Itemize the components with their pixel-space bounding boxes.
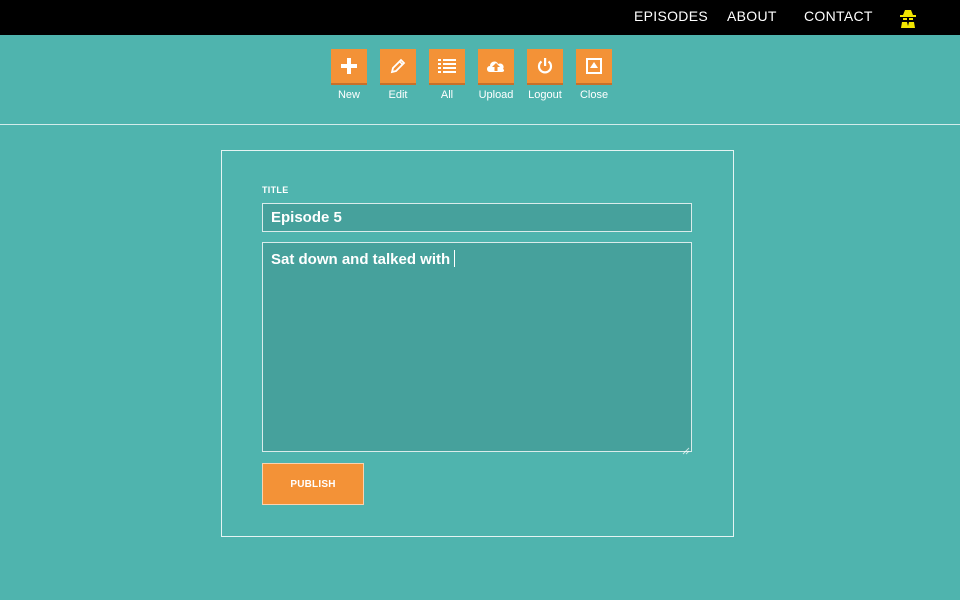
- title-field-label: TITLE: [262, 185, 289, 195]
- publish-button[interactable]: PUBLISH: [262, 463, 364, 505]
- power-icon: [527, 49, 563, 85]
- close-button[interactable]: Close: [576, 49, 612, 101]
- new-button[interactable]: New: [331, 49, 367, 101]
- nav-contact-link[interactable]: CONTACT: [804, 8, 873, 24]
- episode-body-text: Sat down and talked with: [271, 251, 451, 268]
- episode-body-textarea[interactable]: Sat down and talked with: [262, 242, 692, 455]
- edit-button[interactable]: Edit: [380, 49, 416, 101]
- spy-icon[interactable]: [897, 7, 919, 29]
- all-button[interactable]: All: [429, 49, 465, 101]
- plus-icon: [331, 49, 367, 85]
- title-input[interactable]: [262, 203, 692, 232]
- close-button-label: Close: [579, 89, 609, 101]
- eject-icon: [576, 49, 612, 85]
- logout-button[interactable]: Logout: [527, 49, 563, 101]
- header-divider: [0, 124, 960, 125]
- publish-button-label: PUBLISH: [290, 478, 336, 490]
- upload-button[interactable]: Upload: [478, 49, 514, 101]
- nav-about-link[interactable]: ABOUT: [727, 8, 777, 24]
- top-nav-bar: EPISODES ABOUT CONTACT: [0, 0, 960, 35]
- list-icon: [429, 49, 465, 85]
- pencil-icon: [380, 49, 416, 85]
- cloud-upload-icon: [478, 49, 514, 85]
- resize-handle-icon[interactable]: [682, 442, 690, 455]
- text-caret: [454, 250, 456, 267]
- nav-episodes-link[interactable]: EPISODES: [634, 8, 708, 24]
- editor-toolbar: New Edit All Upload Logout Close: [0, 49, 960, 109]
